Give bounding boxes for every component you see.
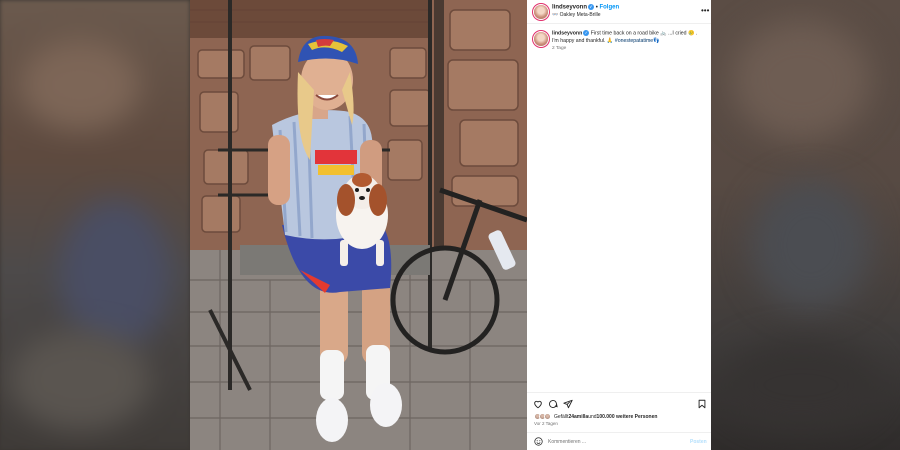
username-link[interactable]: lindseyvonn xyxy=(552,5,587,11)
caption-hashtag[interactable]: #onestepatatime👣 xyxy=(615,38,660,44)
post-header: lindseyvonn ✓ • Folgen 👓 Oakley Meta-Bril… xyxy=(527,0,711,24)
caption-username[interactable]: lindseyvonn xyxy=(552,30,582,36)
liker-avatar xyxy=(544,413,551,420)
share-icon[interactable] xyxy=(563,399,573,409)
comment-bar: Posten xyxy=(527,432,711,450)
action-bar xyxy=(527,392,711,412)
heart-icon[interactable] xyxy=(533,399,543,409)
location-line[interactable]: 👓 Oakley Meta-Brille xyxy=(552,12,600,18)
follow-button[interactable]: Folgen xyxy=(599,5,619,11)
caption-avatar[interactable] xyxy=(534,32,548,46)
likes-count[interactable]: 100.000 weitere Personen xyxy=(597,414,658,420)
likes-mid: und xyxy=(588,413,597,420)
backdrop-right xyxy=(711,0,900,450)
post-side-panel: lindseyvonn ✓ • Folgen 👓 Oakley Meta-Bril… xyxy=(527,0,711,450)
likes-prefix: Gefällt xyxy=(554,413,569,420)
glasses-icon: 👓 xyxy=(552,12,559,18)
backdrop-left xyxy=(0,0,190,450)
likes-line: Gefällt 24amilla und 100.000 weitere Per… xyxy=(534,413,657,420)
verified-badge-icon: ✓ xyxy=(588,4,595,10)
post-caption: lindseyvonn ✓ First time back on a road b… xyxy=(552,30,704,45)
more-horizontal-icon[interactable]: ••• xyxy=(701,7,709,15)
comment-input[interactable] xyxy=(548,437,688,447)
separator-dot: • xyxy=(595,4,598,11)
location-label: Oakley Meta-Brille xyxy=(559,12,601,18)
emoji-icon[interactable] xyxy=(534,437,543,446)
likes-user[interactable]: 24amilla xyxy=(568,414,588,420)
bookmark-icon[interactable] xyxy=(697,399,707,409)
post-photo[interactable]: › xyxy=(190,0,527,450)
post-comment-button[interactable]: Posten xyxy=(690,439,707,445)
avatar[interactable] xyxy=(534,5,548,19)
photo-illustration xyxy=(190,0,527,450)
header-user-line: lindseyvonn ✓ • Folgen xyxy=(552,4,619,11)
posted-ago: Vor 2 Tagen xyxy=(534,421,558,426)
comment-icon[interactable] xyxy=(548,399,558,409)
caption-age: 2 Tage xyxy=(552,46,567,51)
